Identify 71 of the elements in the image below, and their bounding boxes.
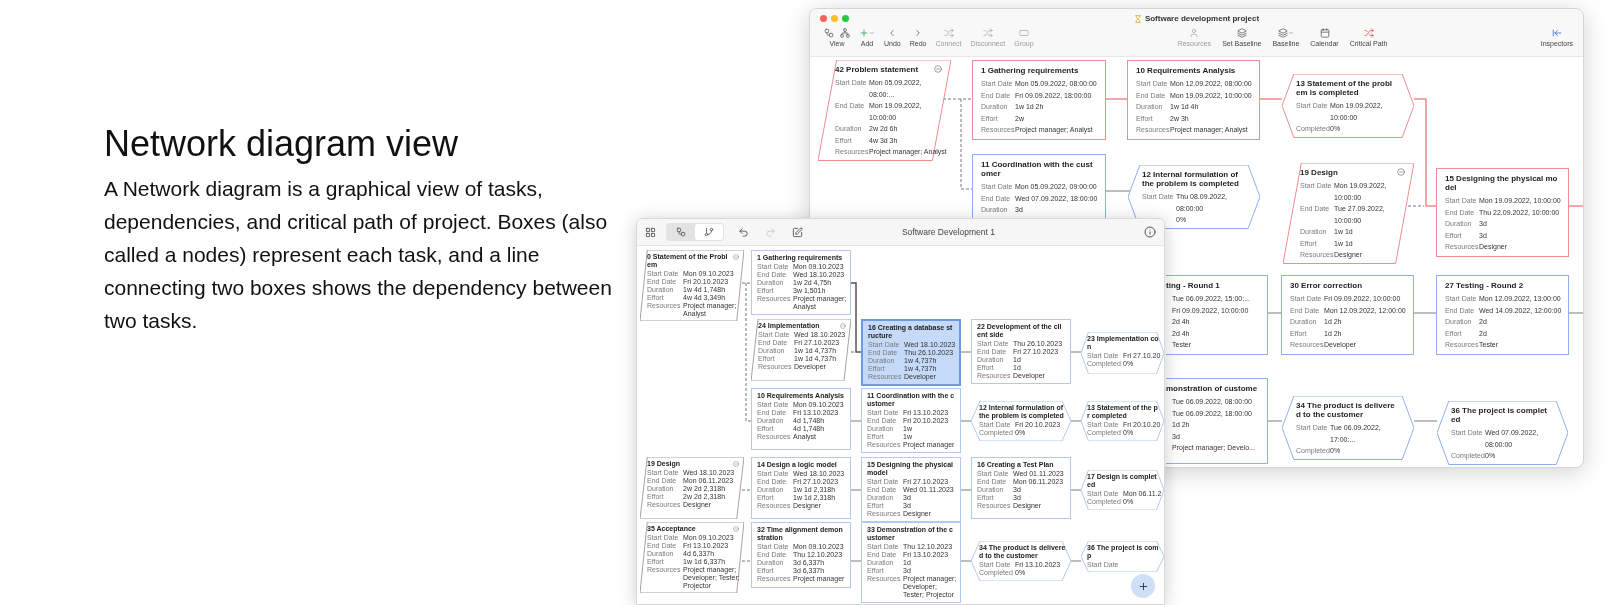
connector-line (960, 351, 972, 353)
page-description: A Network diagram is a graphical view of tasks, dependencies, and critical path of project. Boxes (also called a nodes) represent each task, and a line connecting two boxes shows the dependency between two tasks. (104, 176, 613, 334)
connector-line (1070, 420, 1082, 422)
collapse-icon[interactable] (733, 254, 739, 260)
connector-line (1070, 489, 1082, 491)
collapse-icon[interactable] (934, 65, 942, 73)
node-title: 12 Internal formulation of the problem is completed (1142, 170, 1240, 188)
connector-line (1259, 98, 1283, 100)
node-title: 11 Coordination with the customer (981, 160, 1094, 178)
caret-icon (1287, 30, 1294, 36)
connector-line (850, 560, 862, 562)
connector-line (1568, 205, 1583, 207)
layers-icon (1236, 28, 1247, 38)
connector-line (1413, 420, 1438, 422)
collapse-icon[interactable] (1397, 168, 1405, 176)
grid-icon[interactable] (645, 226, 656, 238)
connector-line (1105, 190, 1131, 192)
person-icon (1189, 28, 1200, 38)
connector-line (850, 420, 862, 422)
node-title: 13 Statement of the problem is completed (1296, 79, 1393, 97)
zoom-control[interactable] (842, 15, 849, 22)
crossing-arrows-icon (982, 28, 993, 38)
window-title: Software Development 1 (901, 225, 996, 239)
node-title: 34 The product is delivered to the customer (1296, 401, 1396, 419)
node-title: 1 Gathering requirements (981, 66, 1080, 75)
node-title: 19 Design (1300, 168, 1339, 177)
node-title: ting - Round 1 (1166, 281, 1221, 290)
crossing-arrows-icon (943, 28, 954, 38)
connector-line (960, 489, 972, 491)
collapse-icon[interactable] (840, 323, 846, 329)
node-title: 36 The project is completed (1451, 406, 1549, 424)
crossing-arrows-icon (1363, 28, 1374, 38)
undo-icon[interactable] (738, 226, 749, 238)
close-control[interactable] (820, 15, 827, 22)
node-title: monstration of custome (1166, 384, 1258, 393)
info-icon[interactable] (1144, 226, 1156, 238)
branch-icon (704, 227, 714, 237)
diagram-icon (676, 227, 686, 237)
connector-line (1070, 351, 1082, 353)
node-title: 10 Requirements Analysis (1136, 66, 1237, 75)
collapse-icon[interactable] (733, 461, 739, 467)
diagram-icon (824, 28, 834, 38)
connector-line (1105, 98, 1128, 100)
caret-icon (869, 30, 875, 36)
connector-line (1413, 312, 1437, 314)
connector-line (741, 560, 752, 562)
connector-line (1070, 560, 1082, 562)
calendar-icon (1319, 28, 1330, 38)
sidebar-icon (1551, 28, 1562, 38)
view-toggle[interactable] (695, 224, 723, 240)
collapse-icon[interactable] (733, 526, 739, 532)
connector-line (960, 420, 972, 422)
edit-icon[interactable] (792, 226, 803, 238)
plus-icon (859, 28, 869, 38)
layers-icon (1277, 28, 1288, 38)
node-title: 30 Error correction (1290, 281, 1364, 290)
document-icon (1133, 14, 1142, 23)
window-title: Software development project (1144, 12, 1260, 25)
node-title: 15 Designing the physical model (1445, 174, 1559, 192)
rectangle-icon (1018, 28, 1029, 38)
node-title: 27 Testing - Round 2 (1445, 281, 1525, 290)
connector-line (1568, 312, 1583, 314)
connector-line (741, 489, 752, 491)
add-button[interactable] (1131, 574, 1155, 598)
minimize-control[interactable] (831, 15, 838, 22)
connector-line (960, 560, 972, 562)
node-title: 42 Problem statement (835, 65, 920, 74)
plus-icon (1137, 580, 1149, 592)
page-heading: Network diagram view (104, 122, 459, 166)
network-icon (840, 28, 850, 38)
connector-line (850, 489, 862, 491)
